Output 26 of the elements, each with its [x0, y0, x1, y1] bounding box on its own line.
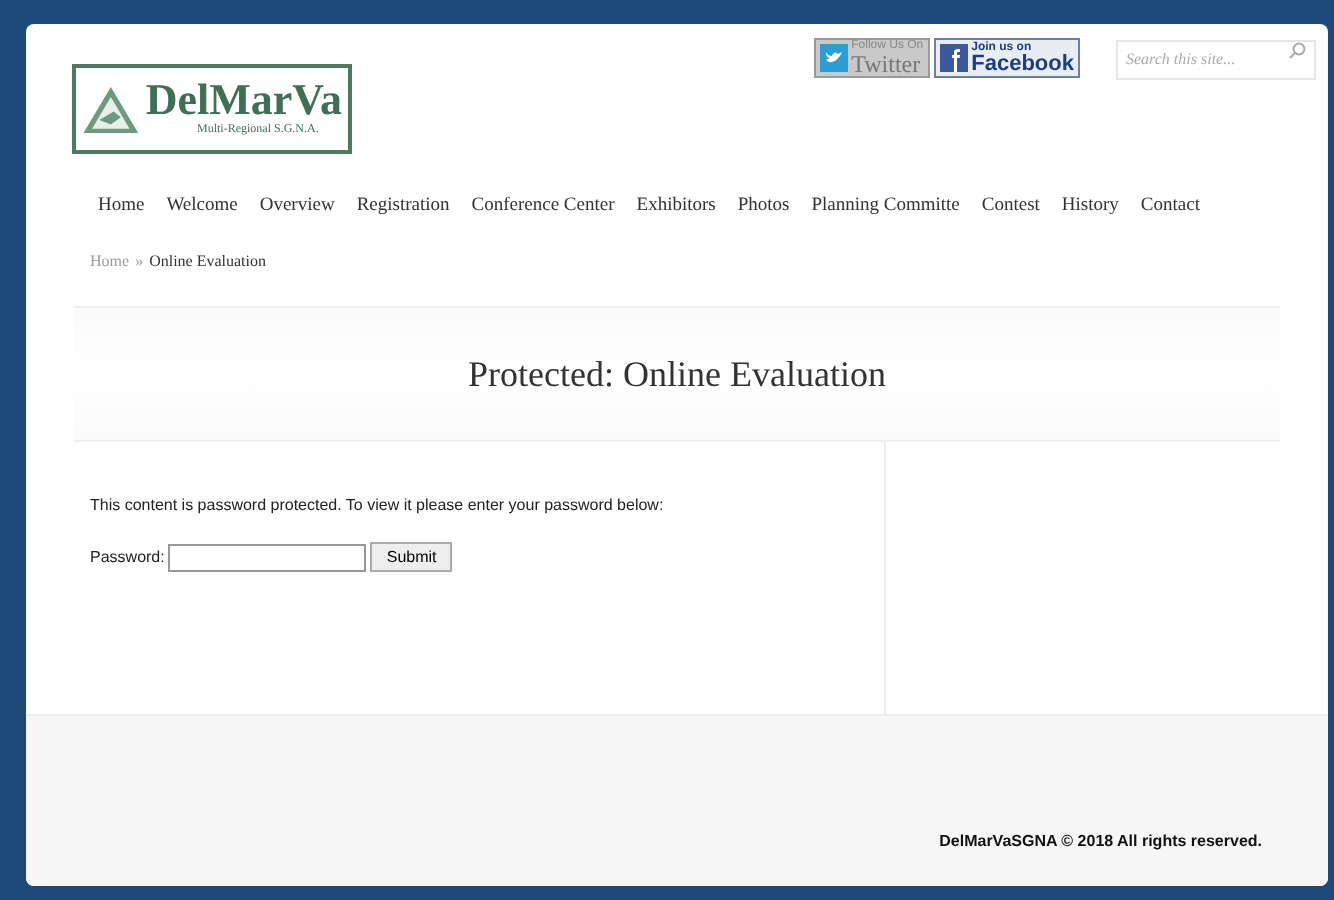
nav-link[interactable]: Welcome	[166, 192, 238, 221]
nav-link[interactable]: Overview	[259, 192, 335, 221]
f-letter-icon	[939, 44, 968, 72]
nav-link[interactable]: Contact	[1140, 192, 1200, 221]
nav-link[interactable]: Home	[98, 192, 145, 221]
nav-link[interactable]: Planning Committe	[811, 192, 960, 221]
logo-name: DelMarVa	[145, 78, 342, 122]
search-field[interactable]: Search this site...	[1116, 39, 1316, 79]
submit-button[interactable]: Submit	[370, 542, 453, 573]
protected-message: This content is password protected. To view it please enter your password below:	[90, 494, 666, 519]
badge-title: Twitter	[851, 52, 923, 76]
search-icon	[1288, 42, 1306, 60]
badge-title: Facebook	[971, 53, 1074, 75]
bird-icon	[819, 44, 848, 72]
page-title: Protected: Online Evaluation	[468, 351, 886, 398]
breadcrumb-current: Online Evaluation	[149, 250, 266, 275]
nav-link[interactable]: Photos	[737, 192, 790, 221]
password-label: Password:	[90, 545, 165, 570]
copyright-text: DelMarVaSGNA © 2018 All rights reserved.	[939, 830, 1262, 854]
nav-link[interactable]: History	[1061, 192, 1119, 221]
nav-link[interactable]: Conference Center	[471, 192, 615, 221]
nav-link[interactable]: Registration	[356, 192, 450, 221]
breadcrumb-separator: »	[135, 250, 144, 275]
password-field[interactable]	[168, 543, 367, 572]
nav-link[interactable]: Contest	[981, 192, 1040, 221]
nav-link[interactable]: Exhibitors	[636, 192, 716, 221]
